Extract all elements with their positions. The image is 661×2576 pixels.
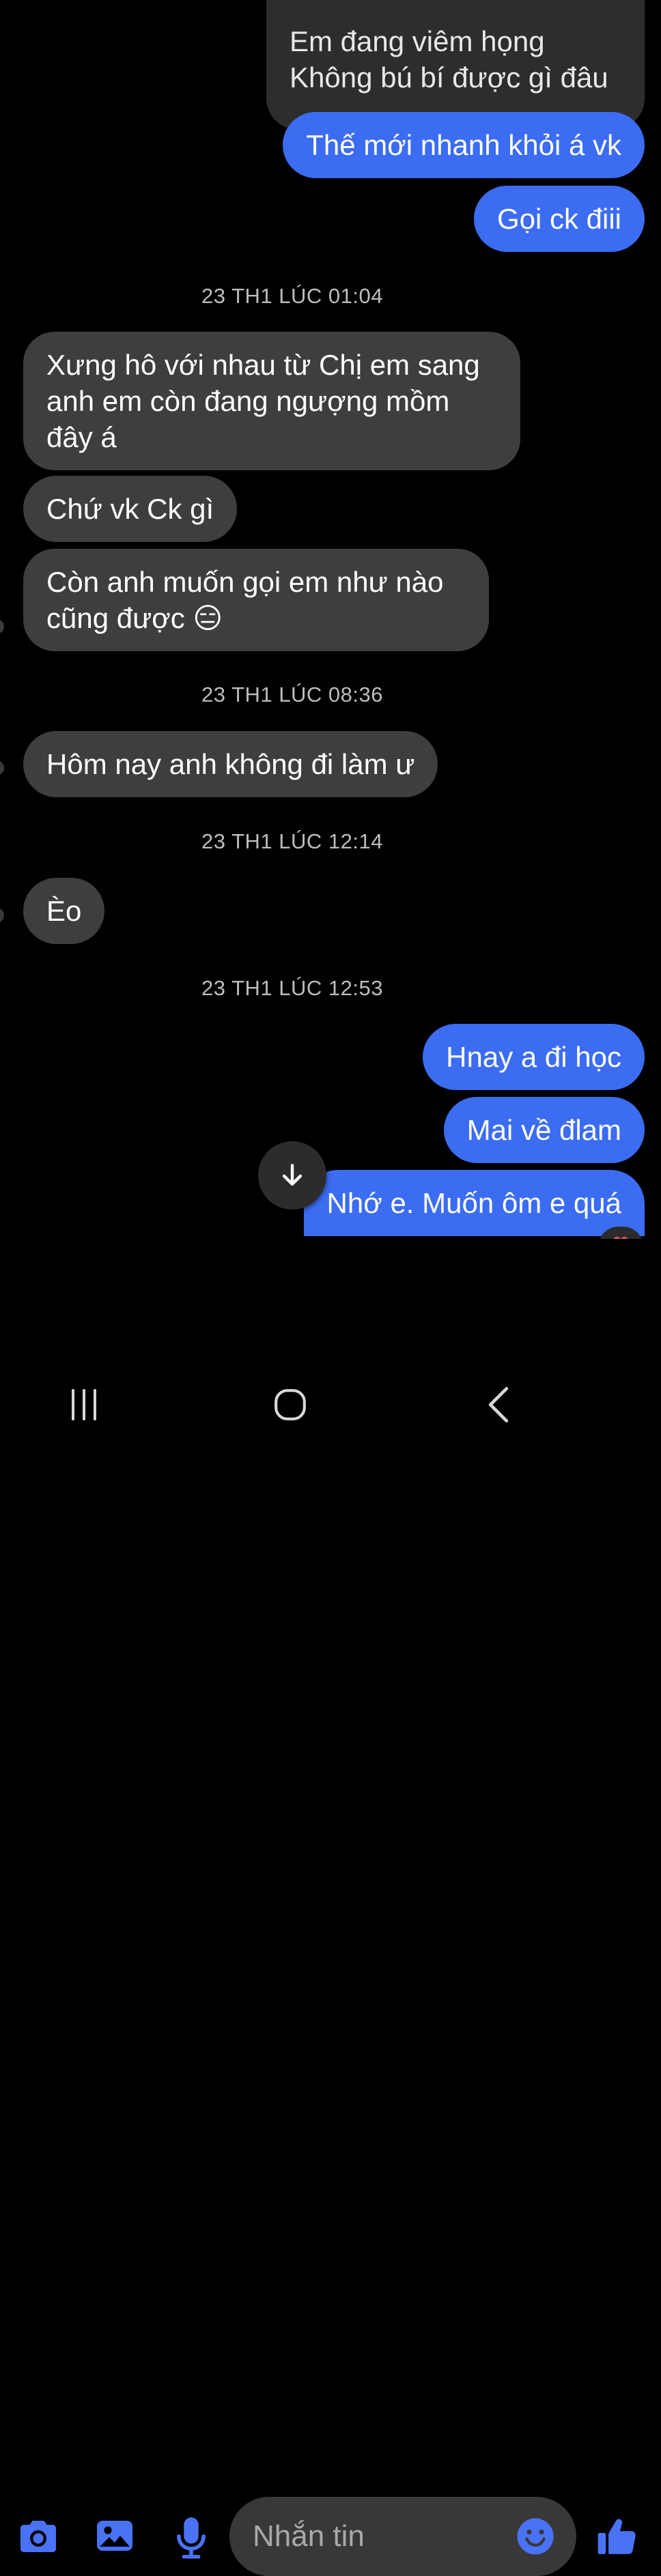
timestamp: 23 TH1 LÚC 12:14 [201,829,383,853]
message-bubble-outgoing[interactable]: Gọi ck điii [473,186,645,252]
timestamp: 23 TH1 LÚC 08:36 [201,683,383,706]
read-receipt-avatar [0,760,4,775]
message-bubble-incoming[interactable]: Hôm nay anh không đi làm ư [23,731,438,797]
message-list[interactable]: Em đang viêm họng Không bú bí được gì đâ… [0,0,661,1239]
home-button[interactable] [269,1384,311,1426]
heart-icon [613,1236,628,1239]
message-bubble-incoming[interactable]: Chứ vk Ck gì [23,476,238,542]
read-receipt-avatar [0,908,4,923]
emoji-button[interactable] [515,2516,556,2557]
timestamp: 23 TH1 LÚC 12:53 [201,976,383,1000]
message-bubble-outgoing[interactable]: Mai về đlam [443,1097,645,1163]
system-navigation-bar [0,1362,661,1448]
message-bubble-outgoing[interactable]: Em đang viêm họng Không bú bí được gì đâ… [266,0,645,130]
message-bubble-outgoing[interactable]: Thế mới nhanh khỏi á vk [283,112,645,178]
message-bubble-incoming[interactable]: Xưng hô với nhau từ Chị em sang anh em c… [23,332,520,470]
emoji-icon [517,2518,554,2555]
recent-apps-icon [72,1389,96,1420]
camera-icon [20,2521,56,2552]
gallery-button[interactable] [92,2514,138,2558]
microphone-icon [177,2517,206,2559]
message-input-placeholder: Nhắn tin [253,2519,365,2553]
message-bubble-incoming[interactable]: Èo [23,878,105,944]
thumbs-up-icon [597,2519,636,2554]
like-button[interactable] [593,2514,642,2559]
recent-apps-button[interactable] [63,1386,105,1424]
read-receipt-avatar [0,619,4,634]
image-icon [97,2521,132,2551]
home-icon [275,1389,306,1420]
message-bubble-outgoing[interactable]: Hnay a đi học [423,1024,645,1090]
timestamp: 23 TH1 LÚC 01:04 [201,284,383,308]
scroll-to-bottom-button[interactable] [258,1141,326,1210]
message-input[interactable]: Nhắn tin [229,2497,576,2576]
back-button[interactable] [478,1384,519,1426]
camera-button[interactable] [14,2515,63,2558]
back-icon [488,1387,509,1422]
voice-record-button[interactable] [169,2514,213,2562]
message-bubble-incoming[interactable]: Còn anh muốn gọi em như nào cũng được 😑 [23,549,489,651]
arrow-down-icon [282,1164,303,1186]
message-bubble-outgoing[interactable]: Nhớ e. Muốn ôm e quá [303,1170,645,1236]
message-composer: Nhắn tin [0,1239,661,2576]
